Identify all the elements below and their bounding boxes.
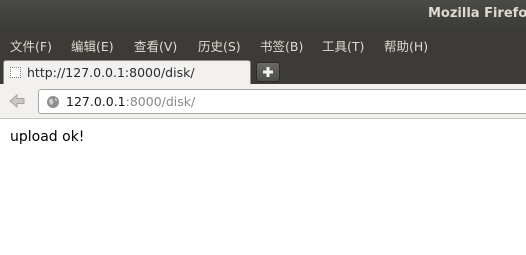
blank-page-icon (10, 67, 21, 78)
address-bar[interactable]: 127.0.0.1:8000/disk/ (38, 89, 526, 114)
new-tab-button[interactable] (256, 62, 280, 82)
url-text: 127.0.0.1:8000/disk/ (66, 94, 195, 109)
menu-bar: 文件(F) 编辑(E) 查看(V) 历史(S) 书签(B) 工具(T) 帮助(H… (0, 30, 526, 58)
menu-tools[interactable]: 工具(T) (322, 36, 364, 55)
navigation-toolbar: 127.0.0.1:8000/disk/ (0, 84, 526, 119)
menu-bookmarks[interactable]: 书签(B) (260, 36, 303, 55)
tab-title: http://127.0.0.1:8000/disk/ (27, 65, 195, 80)
menu-edit[interactable]: 编辑(E) (71, 36, 114, 55)
url-path: :8000/disk/ (125, 94, 196, 109)
globe-icon (47, 96, 59, 108)
window-titlebar: Mozilla Firefo (0, 0, 526, 30)
menu-view[interactable]: 查看(V) (134, 36, 177, 55)
menu-history[interactable]: 历史(S) (198, 36, 241, 55)
menu-help[interactable]: 帮助(H) (384, 36, 428, 55)
menu-file[interactable]: 文件(F) (10, 36, 52, 55)
page-body-text: upload ok! (10, 129, 85, 145)
window-title: Mozilla Firefo (428, 6, 526, 21)
tab-strip: http://127.0.0.1:8000/disk/ (0, 58, 526, 84)
tab-disk[interactable]: http://127.0.0.1:8000/disk/ (3, 60, 251, 84)
plus-icon (263, 67, 273, 77)
url-domain: 127.0.0.1 (66, 94, 126, 109)
back-button[interactable] (8, 93, 26, 109)
back-arrow-icon (9, 93, 25, 109)
page-content: upload ok! (0, 120, 526, 255)
